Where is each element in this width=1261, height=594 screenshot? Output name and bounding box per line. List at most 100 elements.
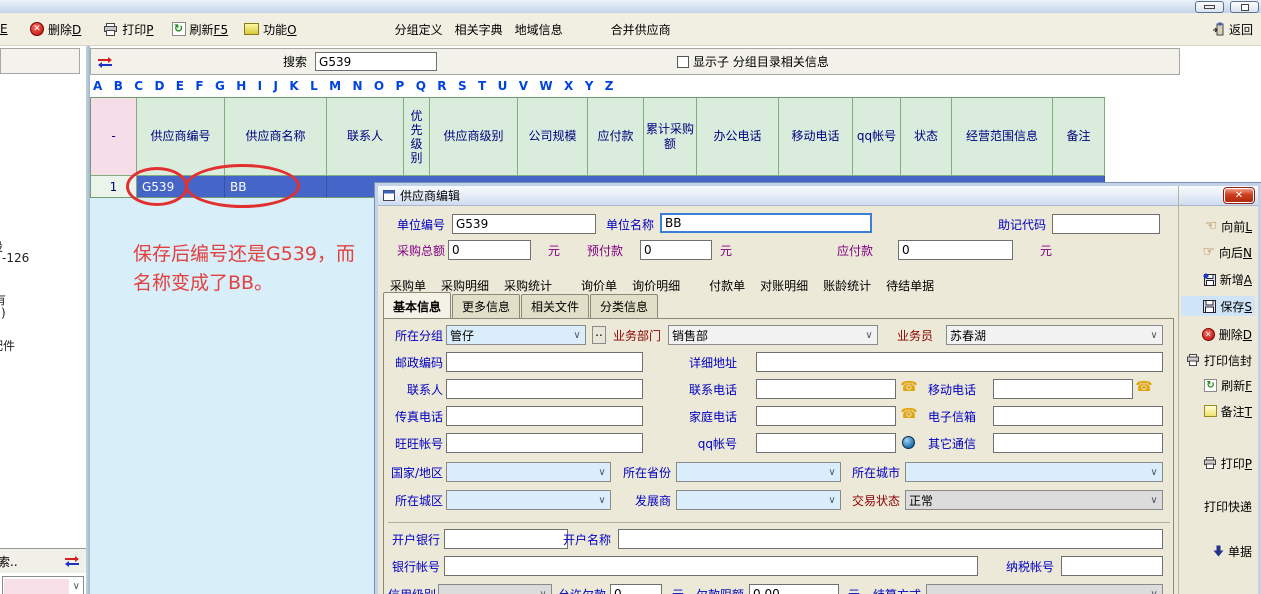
alphabet-letter[interactable]: O (374, 79, 384, 95)
tree-fragment[interactable]: ) (1, 306, 6, 320)
alphabet-letter[interactable]: Q (416, 79, 426, 95)
alphabet-letter[interactable]: C (134, 79, 143, 95)
swap-icon[interactable] (64, 555, 80, 567)
refresh-record-button[interactable]: ↻ 刷新F (1181, 375, 1255, 395)
function-button[interactable]: 功能O (240, 17, 300, 41)
swap-icon[interactable] (97, 56, 113, 68)
table-header-cell[interactable]: 备注 (1053, 98, 1105, 176)
link-aging-stats[interactable]: 账龄统计 (823, 277, 871, 294)
table-header-cell[interactable]: 供应商编号 (137, 98, 225, 176)
tab-related-files[interactable]: 相关文件 (521, 294, 589, 319)
trade-status-dropdown[interactable]: 正常∨ (905, 490, 1163, 510)
tree-fragment[interactable]: -126 (2, 251, 29, 265)
save-button[interactable]: 保存S (1181, 296, 1255, 316)
show-sub-checkbox[interactable] (677, 56, 689, 68)
menu-region-info[interactable]: 地域信息 (509, 21, 569, 38)
salesman-dropdown[interactable]: 苏春湖∨ (946, 325, 1163, 345)
alphabet-letter[interactable]: M (329, 79, 341, 95)
alphabet-letter[interactable]: Y (585, 79, 594, 95)
print-record-button[interactable]: 打印P (1181, 453, 1255, 473)
alphabet-letter[interactable]: E (176, 79, 184, 95)
alphabet-letter[interactable]: Z (605, 79, 614, 95)
refresh-button[interactable]: ↻ 刷新F5 (168, 17, 233, 41)
table-header-cell[interactable]: 联系人 (327, 98, 404, 176)
purchase-total-input[interactable] (448, 240, 531, 260)
link-reconcile-detail[interactable]: 对账明细 (760, 277, 808, 294)
district-dropdown[interactable]: ∨ (446, 490, 611, 510)
allow-debt-input[interactable] (610, 584, 662, 594)
tab-category-info[interactable]: 分类信息 (590, 294, 658, 319)
delete-button[interactable]: ✕ 删除D (26, 17, 85, 41)
tab-basic-info[interactable]: 基本信息 (383, 292, 451, 319)
province-dropdown[interactable]: ∨ (676, 462, 841, 482)
table-header-cell[interactable]: 累计采购额 (644, 98, 697, 176)
table-header-cell[interactable]: 办公电话 (697, 98, 779, 176)
group-more-button[interactable]: .. (592, 326, 606, 344)
alphabet-letter[interactable]: R (437, 79, 446, 95)
alphabet-letter[interactable]: L (310, 79, 318, 95)
alphabet-letter[interactable]: U (498, 79, 508, 95)
table-header-cell[interactable]: 应付款 (588, 98, 644, 176)
phone-icon[interactable]: ☎ (1135, 379, 1153, 395)
delete-record-button[interactable]: ✕ 删除D (1181, 324, 1255, 344)
clipped-edit-button[interactable]: E (0, 22, 10, 36)
print-button[interactable]: 打印P (99, 17, 157, 41)
menu-merge-supplier[interactable]: 合并供应商 (605, 21, 677, 38)
alphabet-letter[interactable]: N (352, 79, 362, 95)
alphabet-letter[interactable]: H (236, 79, 246, 95)
tab-more-info[interactable]: 更多信息 (452, 294, 520, 319)
credit-dropdown[interactable]: ∨ (438, 584, 552, 594)
mnemonic-input[interactable] (1052, 214, 1160, 234)
minimize-button[interactable] (1195, 1, 1224, 13)
alphabet-letter[interactable]: I (258, 79, 262, 95)
phone-icon[interactable]: ☎ (900, 406, 918, 422)
settle-dropdown[interactable]: ∨ (926, 584, 1163, 594)
alphabet-letter[interactable]: P (396, 79, 405, 95)
alphabet-letter[interactable]: K (289, 79, 298, 95)
mobile-input[interactable] (993, 379, 1133, 399)
link-pending-docs[interactable]: 待结单据 (886, 277, 934, 294)
maximize-button[interactable] (1230, 1, 1259, 13)
email-input[interactable] (993, 406, 1163, 426)
alphabet-letter[interactable]: X (564, 79, 573, 95)
link-payment-order[interactable]: 付款单 (709, 277, 745, 294)
bank-account-input[interactable] (444, 556, 978, 576)
group-dropdown[interactable]: 管仔∨ (446, 325, 586, 345)
payable-input[interactable] (898, 240, 1013, 260)
return-button[interactable]: 返回 (1208, 17, 1257, 41)
country-dropdown[interactable]: ∨ (446, 462, 611, 482)
table-header-cell[interactable]: 公司规模 (518, 98, 588, 176)
alphabet-letter[interactable]: B (114, 79, 123, 95)
menu-group-define[interactable]: 分组定义 (389, 21, 449, 38)
table-header-cell[interactable]: 优先级别 (404, 98, 430, 176)
add-button[interactable]: 新增A (1181, 269, 1255, 289)
sidebar-dropdown[interactable]: ∨ (2, 576, 84, 594)
wangwang-input[interactable] (446, 433, 643, 453)
alphabet-letter[interactable]: F (195, 79, 203, 95)
qq-input[interactable] (756, 433, 896, 453)
table-header-cell[interactable]: 状态 (901, 98, 952, 176)
dept-dropdown[interactable]: 销售部∨ (668, 325, 878, 345)
city-dropdown[interactable]: ∨ (905, 462, 1163, 482)
phone-icon[interactable]: ☎ (900, 379, 918, 395)
table-header-cell[interactable]: qq帐号 (853, 98, 901, 176)
unit-code-input[interactable] (452, 214, 596, 234)
note-button[interactable]: 备注T (1181, 401, 1255, 421)
alphabet-letter[interactable]: T (478, 79, 486, 95)
link-inquiry-order[interactable]: 询价单 (581, 277, 617, 294)
table-header-cell[interactable]: - (91, 98, 137, 176)
developer-dropdown[interactable]: ∨ (676, 490, 841, 510)
contact-input[interactable] (446, 379, 643, 399)
alphabet-letter[interactable]: S (458, 79, 467, 95)
prepaid-input[interactable] (640, 240, 712, 260)
address-input[interactable] (756, 352, 1163, 372)
docs-button[interactable]: 单据 (1181, 541, 1255, 561)
contact-phone-input[interactable] (756, 379, 896, 399)
account-name-input[interactable] (618, 529, 1163, 549)
tree-fragment[interactable]: 配件 (0, 337, 15, 354)
menu-related-dict[interactable]: 相关字典 (449, 21, 509, 38)
alphabet-letter[interactable]: G (215, 79, 225, 95)
unit-name-input[interactable] (660, 213, 872, 233)
alphabet-letter[interactable]: V (519, 79, 528, 95)
alphabet-letter[interactable]: W (539, 79, 552, 95)
